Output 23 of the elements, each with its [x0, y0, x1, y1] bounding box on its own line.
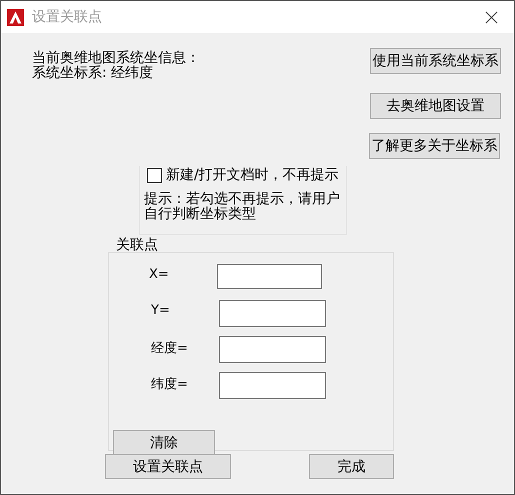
input-field[interactable] [217, 264, 322, 289]
app-logo-icon [7, 8, 24, 26]
clear-button[interactable]: 清除 [113, 430, 215, 455]
info-text: 当前奥维地图系统坐信息： [32, 51, 200, 66]
finish-button[interactable]: 完成 [309, 454, 394, 479]
group-title: 关联点 [116, 238, 159, 252]
side-button[interactable]: 了解更多关于坐标系 [369, 133, 500, 159]
field-label: 纬度= [151, 376, 189, 393]
info-text: 系统坐标系: 经纬度 [32, 66, 154, 81]
checkbox-label[interactable]: 新建/打开文档时，不再提示 [166, 166, 339, 184]
hint-text: 提示：若勾选不再提示，请用户自行判断坐标类型 [144, 192, 341, 222]
side-button[interactable]: 使用当前系统坐标系 [370, 48, 501, 74]
input-field[interactable] [219, 336, 326, 363]
field-label: 经度= [151, 340, 189, 357]
field-label: X= [149, 267, 170, 282]
checkbox[interactable] [147, 168, 162, 182]
input-field[interactable] [219, 372, 326, 399]
side-button[interactable]: 去奥维地图设置 [370, 93, 501, 119]
window-title: 设置关联点 [32, 8, 102, 26]
close-icon[interactable] [485, 10, 498, 24]
set-point-button[interactable]: 设置关联点 [105, 454, 231, 479]
input-field[interactable] [219, 300, 326, 327]
field-label: Y= [151, 303, 171, 318]
